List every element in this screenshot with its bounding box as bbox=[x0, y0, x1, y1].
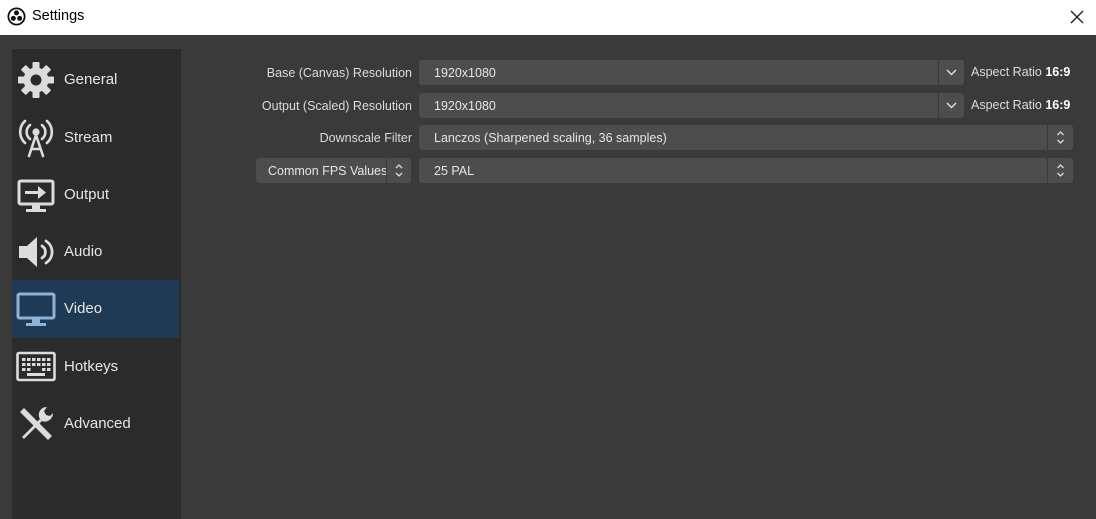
monitor-icon bbox=[16, 292, 56, 326]
speaker-icon bbox=[19, 237, 54, 267]
output-resolution-combo[interactable]: 1920x1080 bbox=[419, 93, 964, 118]
sidebar-item-advanced[interactable]: Advanced bbox=[12, 395, 179, 453]
up-down-arrows-icon bbox=[1057, 164, 1064, 177]
output-resolution-dropdown[interactable] bbox=[938, 93, 964, 118]
sidebar-item-video[interactable]: Video bbox=[12, 280, 179, 338]
tools-icon bbox=[20, 407, 53, 440]
fps-type-spinner[interactable] bbox=[386, 158, 411, 183]
downscale-filter-combo[interactable]: Lanczos (Sharpened scaling, 36 samples) bbox=[419, 125, 1073, 150]
sidebar-item-stream[interactable]: Stream bbox=[12, 109, 179, 167]
fps-value: 25 PAL bbox=[434, 164, 475, 178]
chevron-down-icon bbox=[946, 102, 957, 109]
sidebar-item-label: Advanced bbox=[64, 415, 131, 432]
output-resolution-value: 1920x1080 bbox=[434, 99, 496, 113]
output-monitor-icon bbox=[17, 179, 55, 212]
obs-logo-icon bbox=[7, 7, 26, 26]
downscale-filter-label: Downscale Filter bbox=[319, 131, 412, 145]
sidebar-item-audio[interactable]: Audio bbox=[12, 223, 179, 281]
base-aspect-ratio: Aspect Ratio 16:9 bbox=[971, 65, 1071, 79]
chevron-down-icon bbox=[946, 69, 957, 76]
keyboard-icon bbox=[16, 351, 56, 382]
downscale-filter-value: Lanczos (Sharpened scaling, 36 samples) bbox=[434, 131, 667, 145]
base-resolution-dropdown[interactable] bbox=[938, 60, 964, 85]
sidebar-item-output[interactable]: Output bbox=[12, 166, 179, 224]
antenna-icon bbox=[18, 119, 54, 158]
title-bar: Settings bbox=[0, 0, 1096, 35]
close-button[interactable] bbox=[1063, 3, 1091, 31]
output-aspect-ratio: Aspect Ratio 16:9 bbox=[971, 98, 1071, 112]
sidebar-item-label: Audio bbox=[64, 243, 103, 260]
sidebar-item-label: General bbox=[64, 71, 118, 88]
base-resolution-value: 1920x1080 bbox=[434, 66, 496, 80]
downscale-filter-spinner[interactable] bbox=[1047, 125, 1073, 150]
sidebar-item-label: Stream bbox=[64, 129, 113, 146]
output-resolution-label: Output (Scaled) Resolution bbox=[261, 99, 412, 113]
sidebar-item-hotkeys[interactable]: Hotkeys bbox=[12, 338, 179, 396]
up-down-arrows-icon bbox=[1057, 131, 1064, 144]
gear-icon bbox=[18, 62, 54, 98]
sidebar-item-label: Video bbox=[64, 300, 103, 317]
base-resolution-label: Base (Canvas) Resolution bbox=[266, 66, 412, 80]
sidebar-item-label: Hotkeys bbox=[64, 358, 119, 375]
fps-type-combo[interactable]: Common FPS Values bbox=[256, 158, 411, 183]
fps-value-combo[interactable]: 25 PAL bbox=[419, 158, 1073, 183]
sidebar-item-general[interactable]: General bbox=[12, 51, 179, 109]
fps-type-value: Common FPS Values bbox=[268, 164, 388, 178]
close-icon bbox=[1070, 10, 1084, 24]
up-down-arrows-icon bbox=[395, 164, 403, 177]
settings-window-body: General Stream Output Audio Video Hotkey… bbox=[0, 35, 1096, 519]
fps-value-spinner[interactable] bbox=[1047, 158, 1073, 183]
sidebar-item-label: Output bbox=[64, 186, 110, 203]
window-title: Settings bbox=[32, 8, 85, 24]
settings-sidebar: General Stream Output Audio Video Hotkey… bbox=[12, 49, 181, 519]
base-resolution-combo[interactable]: 1920x1080 bbox=[419, 60, 964, 85]
